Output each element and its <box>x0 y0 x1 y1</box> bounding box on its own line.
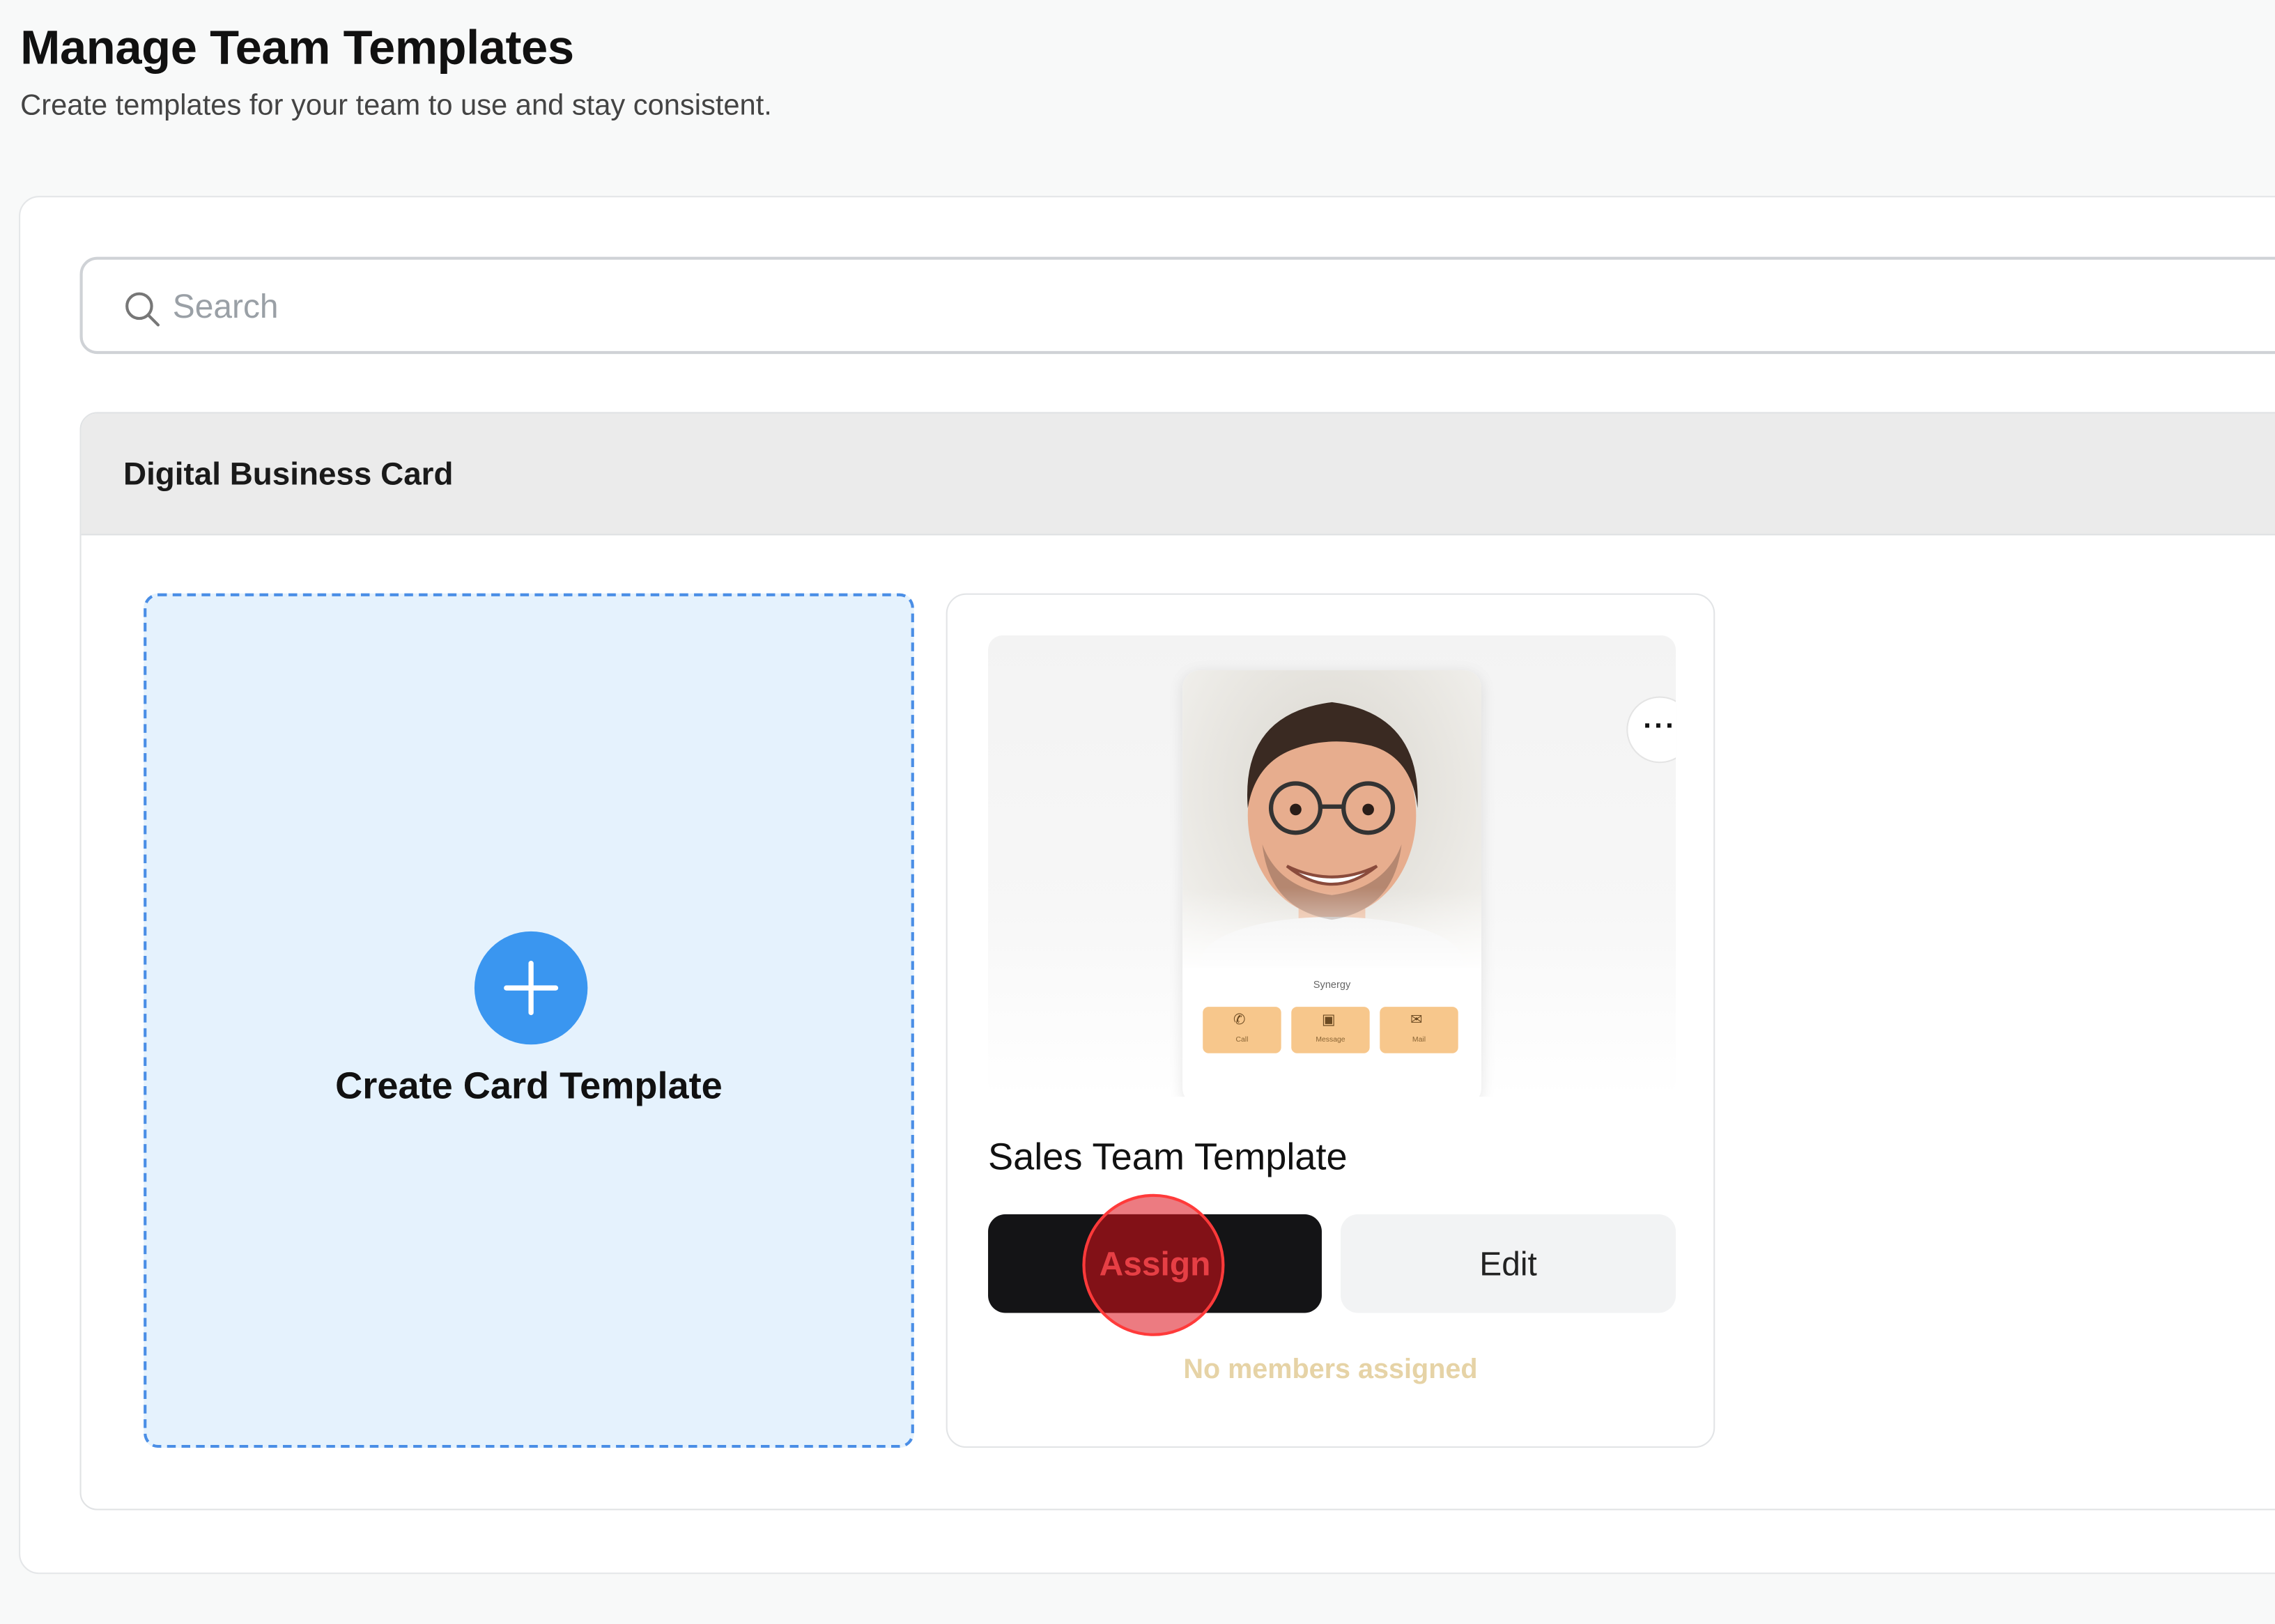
template-preview: Synergy ✆ Call ▣ Message ✉ Mail ··· <box>988 635 1676 1097</box>
mail-button: ✉ Mail <box>1380 1007 1458 1053</box>
message-icon: ▣ <box>1321 1012 1336 1029</box>
mail-icon: ✉ <box>1410 1012 1423 1029</box>
search-box[interactable] <box>79 256 2275 355</box>
message-button: ▣ Message <box>1291 1007 1370 1053</box>
assign-button[interactable]: Assign <box>988 1214 1322 1313</box>
page: Manage Team Templates Create templates f… <box>0 0 2275 1623</box>
page-subtitle: Create templates for your team to use an… <box>20 90 772 122</box>
page-title: Manage Team Templates <box>20 20 574 75</box>
create-card-template-button[interactable]: Create Card Template <box>144 593 914 1448</box>
edit-button[interactable]: Edit <box>1341 1214 1676 1313</box>
phone-preview: Synergy ✆ Call ▣ Message ✉ Mail <box>1182 670 1482 1097</box>
create-card-template-label: Create Card Template <box>335 1063 723 1107</box>
template-card: Synergy ✆ Call ▣ Message ✉ Mail ··· Sale… <box>946 593 1715 1448</box>
mail-label: Mail <box>1412 1035 1426 1045</box>
call-button: ✆ Call <box>1203 1007 1281 1053</box>
photo-fade <box>1182 888 1482 975</box>
section-title: Digital Business Card <box>123 454 454 491</box>
company-name: Synergy <box>1313 980 1351 991</box>
search-input[interactable] <box>172 274 2205 339</box>
search-icon <box>125 292 160 327</box>
template-name: Sales Team Template <box>988 1134 1348 1178</box>
more-options-button[interactable]: ··· <box>1626 696 1676 764</box>
plus-icon <box>474 931 588 1045</box>
message-label: Message <box>1316 1035 1345 1045</box>
call-label: Call <box>1235 1035 1249 1045</box>
more-dots-icon: ··· <box>1643 711 1676 743</box>
section-header: Digital Business Card <box>81 413 2275 536</box>
members-status: No members assigned <box>1183 1354 1478 1386</box>
phone-icon: ✆ <box>1233 1012 1246 1029</box>
